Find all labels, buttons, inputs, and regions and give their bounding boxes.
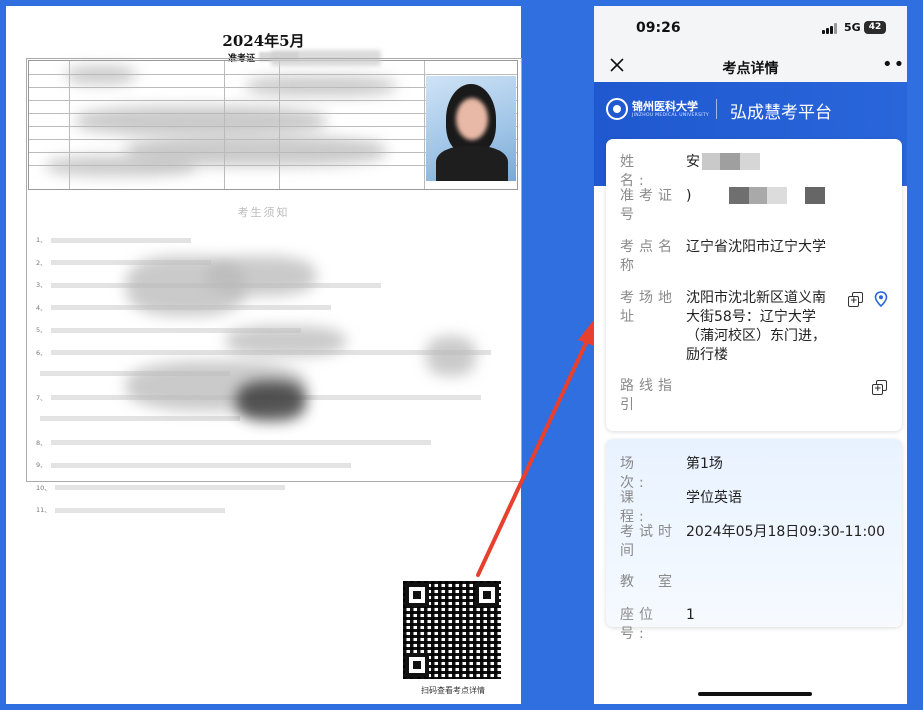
university-name: 锦州医科大学 — [632, 100, 698, 113]
phone-screenshot: 09:26 5G 42 考点详情 ••• 锦州医科大学 JINZHOU MEDI… — [594, 6, 907, 704]
notice-line: 8、 — [36, 437, 506, 451]
session-value: 第1场 — [686, 456, 723, 472]
more-options-icon[interactable]: ••• — [882, 54, 907, 75]
redaction-smudge — [46, 156, 196, 176]
status-bar: 09:26 5G 42 — [594, 6, 907, 50]
network-label: 5G — [844, 21, 861, 34]
battery-icon: 42 — [864, 21, 886, 34]
notice-line: 1、 — [36, 234, 506, 248]
classroom-label: 教 室 — [620, 574, 677, 590]
banner-divider — [716, 99, 717, 119]
redaction-smudge — [426, 336, 476, 376]
ticket-number-field: 准考证号 ) — [620, 187, 890, 227]
battery-level: 42 — [868, 22, 882, 32]
exam-site-field: 考点名称 辽宁省沈阳市辽宁大学 — [620, 238, 890, 278]
seat-value: 1 — [686, 607, 695, 623]
ticket-title: 2024年5月 — [222, 32, 305, 50]
exam-time-field: 考试时间 2024年05月18日09:30-11:00 — [620, 523, 890, 563]
copy-route-icon[interactable]: + — [872, 380, 887, 395]
ticket-number-label: 准考证号 — [620, 188, 677, 223]
course-label: 课 程: — [620, 490, 658, 525]
qr-caption: 扫码查看考点详情 — [421, 686, 485, 695]
table-column-line — [424, 61, 425, 189]
page-title: 考点详情 — [722, 61, 779, 77]
university-logo-icon — [606, 98, 628, 120]
exam-time-label: 考试时间 — [620, 524, 677, 559]
exam-site-value: 辽宁省沈阳市辽宁大学 — [686, 239, 826, 255]
nav-bar: 考点详情 ••• — [594, 50, 907, 82]
university-name-en: JINZHOU MEDICAL UNIVERSITY — [632, 113, 709, 118]
name-label: 姓 名: — [620, 154, 658, 189]
location-pin-icon[interactable] — [874, 291, 888, 307]
exam-session-card: 场 次: 第1场 课 程: 学位英语 考试时间 2024年05月18日09:30… — [606, 439, 902, 642]
copy-address-icon[interactable]: + — [848, 292, 863, 307]
redaction-smudge — [66, 66, 136, 84]
exam-address-label: 考场地址 — [620, 290, 677, 325]
exam-site-label: 考点名称 — [620, 239, 677, 274]
redaction-smudge — [206, 256, 316, 296]
qr-code[interactable] — [401, 579, 503, 681]
status-time: 09:26 — [636, 20, 681, 36]
redaction-smudge — [226, 326, 346, 356]
home-indicator — [698, 692, 812, 696]
redaction-smudge — [271, 50, 381, 66]
exam-time-value: 2024年05月18日09:30-11:00 — [686, 524, 886, 540]
session-label: 场 次: — [620, 456, 658, 491]
notice-title: 考生须知 — [237, 206, 290, 219]
admission-ticket-document: 2024年5月 准考证 考生须知 1、 2、 3、 4、 5、 6、 7、 8、… — [6, 6, 522, 704]
notice-line: 9、 — [36, 459, 506, 473]
signal-icon — [822, 23, 838, 34]
ticket-number-value: ) — [686, 187, 846, 206]
exam-address-value: 沈阳市沈北新区道义南大街58号：辽宁大学（蒲河校区）东门进，励行楼 — [686, 290, 826, 363]
notice-line: 4、 — [36, 302, 506, 316]
route-guide-label: 路线指引 — [620, 378, 677, 413]
redaction-smudge — [246, 76, 396, 96]
name-value: 安 — [686, 153, 846, 172]
course-value: 学位英语 — [686, 490, 742, 506]
seat-label: 座位号: — [620, 607, 658, 642]
route-guide-field: 路线指引 — [620, 377, 890, 417]
exam-site-card: 姓 名: 安 准考证号 ) 考点名称 辽宁省沈阳市辽宁大学 考场地址 沈阳市沈北… — [606, 139, 902, 431]
redaction-smudge — [236, 381, 306, 421]
notice-line: 11、 — [36, 504, 506, 518]
redaction-smudge — [76, 106, 326, 136]
notice-line: 10、 — [36, 482, 506, 496]
candidate-photo — [426, 76, 516, 181]
platform-name: 弘成慧考平台 — [730, 103, 832, 123]
